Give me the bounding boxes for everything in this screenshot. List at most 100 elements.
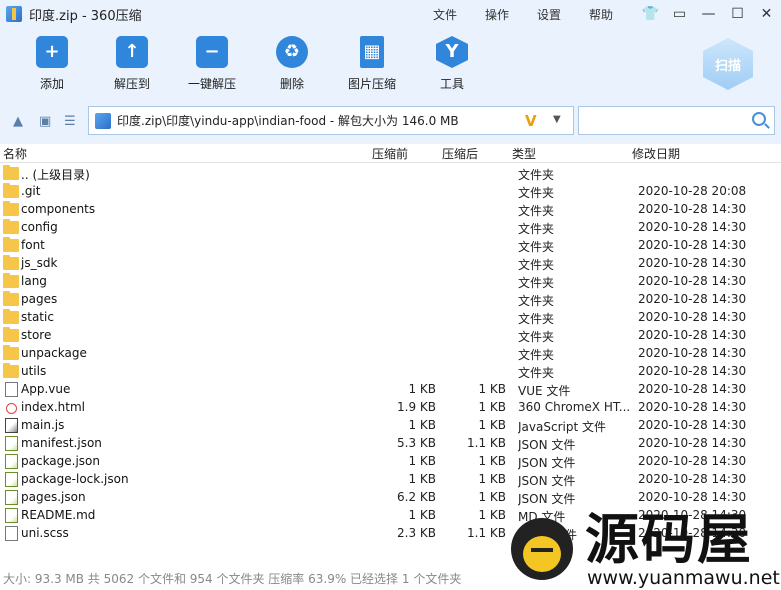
table-row[interactable]: manifest.json 5.3 KB 1.1 KB JSON 文件 2020-10-… [0, 435, 781, 453]
thumbnail-view-icon[interactable]: ▣ [39, 114, 51, 129]
table-row[interactable]: App.vue 1 KB 1 KB VUE 文件 2020-10-28 14:30 [0, 381, 781, 399]
row-date: 2020-10-28 14:30 [638, 220, 747, 234]
row-date: 2020-10-28 14:30 [638, 292, 747, 306]
list-view-icon[interactable]: ☰ [64, 114, 76, 129]
watermark: 源码屋 www.yuanmawu.net [505, 510, 781, 590]
table-row[interactable]: pages.json 6.2 KB 1 KB JSON 文件 2020-10-28 14… [0, 489, 781, 507]
menu-help[interactable]: 帮助 [589, 6, 613, 23]
one-click-extract-label: 一键解压 [187, 77, 236, 91]
add-label: 添加 [39, 77, 64, 91]
row-compressed: 1 KB [478, 382, 506, 396]
table-row[interactable]: js_sdk 文件夹 2020-10-28 14:30 [0, 255, 781, 273]
row-date: 2020-10-28 20:08 [638, 184, 747, 198]
table-row[interactable]: .. (上级目录) 文件夹 [0, 165, 781, 183]
table-row[interactable]: static 文件夹 2020-10-28 14:30 [0, 309, 781, 327]
table-row[interactable]: config 文件夹 2020-10-28 14:30 [0, 219, 781, 237]
row-name: uni.scss [21, 526, 69, 540]
col-name[interactable]: 名称 [3, 145, 27, 162]
row-name: store [21, 328, 52, 342]
table-row[interactable]: unpackage 文件夹 2020-10-28 14:30 [0, 345, 781, 363]
folder-icon [3, 237, 19, 252]
row-name: README.md [21, 508, 96, 522]
row-name: utils [21, 364, 47, 378]
table-row[interactable]: .git 文件夹 2020-10-28 20:08 [0, 183, 781, 201]
close-icon[interactable]: ✕ [752, 6, 781, 22]
row-name: .. (上级目录) [21, 168, 90, 182]
row-type: 文件夹 [518, 348, 555, 362]
row-name: index.html [21, 400, 85, 414]
watermark-text: 源码屋 [585, 508, 753, 571]
row-name: pages.json [21, 490, 86, 504]
folder-icon [3, 165, 19, 180]
trash-icon: ♻ [276, 36, 308, 68]
table-row[interactable]: pages 文件夹 2020-10-28 14:30 [0, 291, 781, 309]
table-row[interactable]: main.js 1 KB 1 KB JavaScript 文件 2020-10-28 1… [0, 417, 781, 435]
table-row[interactable]: font 文件夹 2020-10-28 14:30 [0, 237, 781, 255]
folder-icon [3, 345, 19, 360]
search-icon[interactable] [752, 112, 766, 126]
folder-icon [3, 201, 19, 216]
row-name: static [21, 310, 54, 324]
tools-button[interactable]: Y 工具 [414, 36, 490, 92]
minimize-icon[interactable]: — [694, 6, 723, 22]
row-size: 1 KB [408, 472, 436, 486]
row-size: 1 KB [408, 508, 436, 522]
path-text: 印度.zip\印度\yindu-app\indian-food - 解包大小为 … [117, 114, 459, 128]
add-icon: + [36, 36, 68, 68]
row-type: 文件夹 [518, 240, 555, 254]
table-row[interactable]: package.json 1 KB 1 KB JSON 文件 2020-10-28 14… [0, 453, 781, 471]
feedback-icon[interactable]: ▭ [665, 6, 694, 22]
row-size: 1.9 KB [397, 400, 436, 414]
v-icon[interactable]: V [525, 112, 537, 130]
row-compressed: 1 KB [478, 490, 506, 504]
maximize-icon[interactable]: ☐ [723, 6, 752, 22]
table-row[interactable]: components 文件夹 2020-10-28 14:30 [0, 201, 781, 219]
row-compressed: 1 KB [478, 454, 506, 468]
skin-icon[interactable]: 👕 [636, 6, 665, 22]
delete-button[interactable]: ♻ 删除 [254, 36, 330, 92]
json-file-icon [5, 472, 18, 487]
col-date[interactable]: 修改日期 [632, 145, 680, 162]
table-row[interactable]: lang 文件夹 2020-10-28 14:30 [0, 273, 781, 291]
row-date: 2020-10-28 14:30 [638, 400, 747, 414]
up-icon[interactable]: ▲ [13, 114, 23, 129]
path-input[interactable]: 印度.zip\印度\yindu-app\indian-food - 解包大小为 … [88, 106, 574, 135]
row-compressed: 1.1 KB [467, 436, 506, 450]
row-type: 文件夹 [518, 186, 555, 200]
folder-icon [3, 309, 19, 324]
row-size: 1 KB [408, 382, 436, 396]
col-type[interactable]: 类型 [512, 145, 536, 162]
chevron-down-icon[interactable]: ▼ [553, 114, 561, 125]
search-input[interactable] [578, 106, 775, 135]
col-size[interactable]: 压缩前 [372, 145, 408, 162]
col-compressed[interactable]: 压缩后 [442, 145, 478, 162]
menu-settings[interactable]: 设置 [537, 6, 561, 23]
row-type: JSON 文件 [518, 438, 576, 452]
table-row[interactable]: index.html 1.9 KB 1 KB 360 ChromeX HT... 202… [0, 399, 781, 417]
row-type: 文件夹 [518, 276, 555, 290]
scan-button[interactable]: 扫描 [703, 38, 753, 90]
menu-operate[interactable]: 操作 [485, 6, 509, 23]
row-date: 2020-10-28 14:30 [638, 436, 747, 450]
folder-icon [3, 219, 19, 234]
row-size: 5.3 KB [397, 436, 436, 450]
image-compress-icon: ▦ [360, 36, 384, 68]
add-button[interactable]: + 添加 [14, 36, 90, 92]
menu-file[interactable]: 文件 [433, 6, 457, 23]
row-type: 文件夹 [518, 168, 555, 182]
app-zip-icon [6, 6, 22, 22]
row-date: 2020-10-28 14:30 [638, 364, 747, 378]
row-name: package-lock.json [21, 472, 129, 486]
folder-icon [3, 363, 19, 378]
row-name: config [21, 220, 58, 234]
extract-to-button[interactable]: ↑ 解压到 [94, 36, 170, 92]
image-compress-button[interactable]: ▦ 图片压缩 [334, 36, 410, 92]
table-row[interactable]: utils 文件夹 2020-10-28 14:30 [0, 363, 781, 381]
one-click-extract-button[interactable]: − 一键解压 [174, 36, 250, 92]
monkey-logo-icon [511, 518, 573, 580]
row-size: 6.2 KB [397, 490, 436, 504]
status-text: 大小: 93.3 MB 共 5062 个文件和 954 个文件夹 压缩率 63.… [3, 572, 462, 586]
table-row[interactable]: store 文件夹 2020-10-28 14:30 [0, 327, 781, 345]
row-name: pages [21, 292, 58, 306]
table-row[interactable]: package-lock.json 1 KB 1 KB JSON 文件 2020-10-… [0, 471, 781, 489]
